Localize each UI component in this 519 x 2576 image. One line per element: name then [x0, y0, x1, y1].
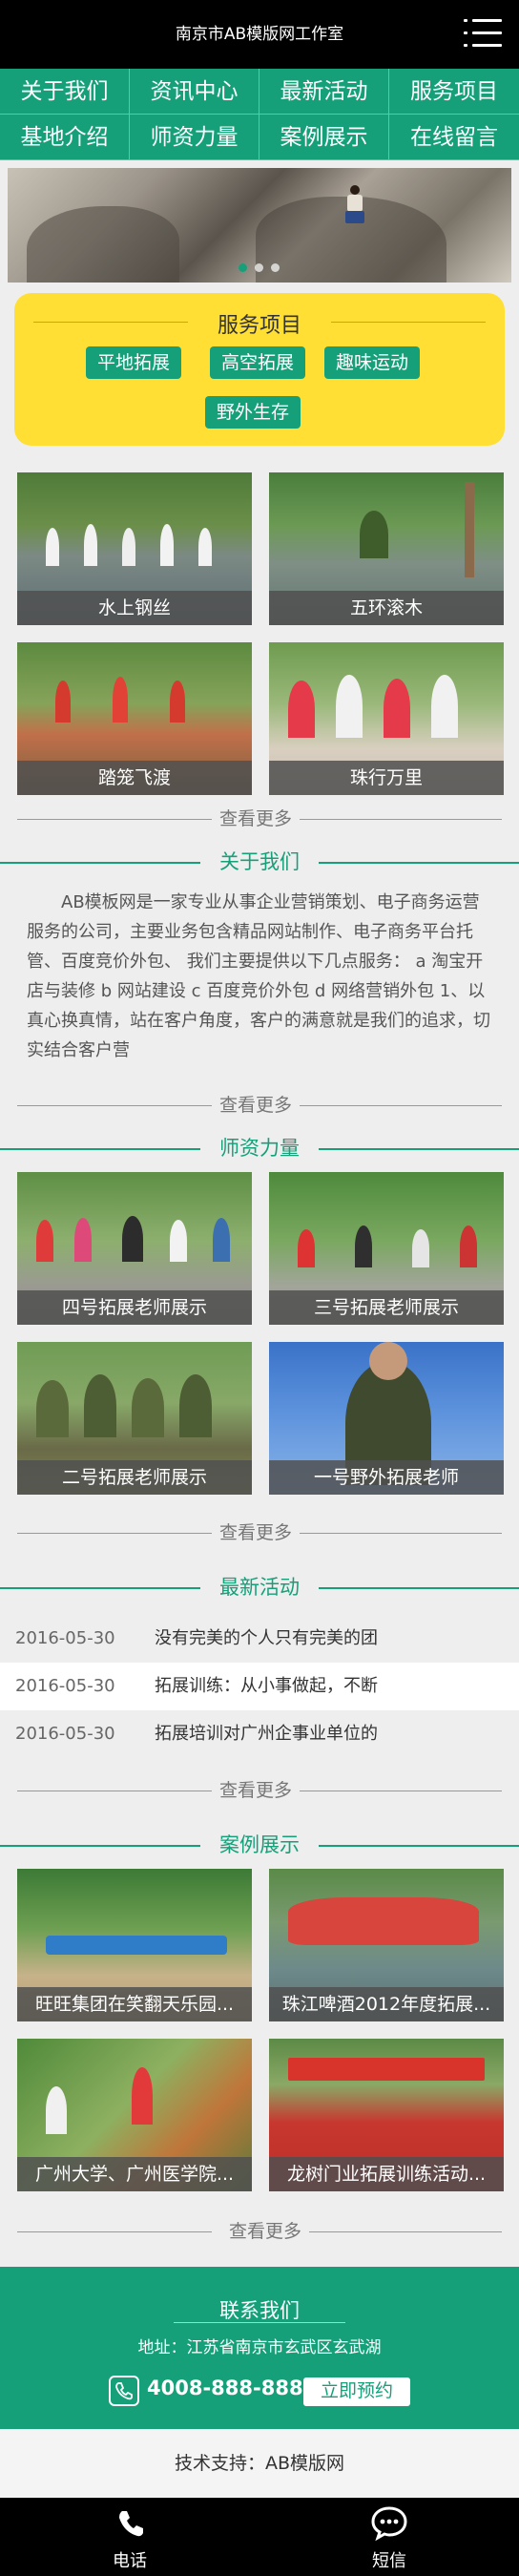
- divider: [331, 322, 486, 323]
- banner-image-rock: [27, 206, 179, 283]
- bottom-call-label: 电话: [113, 2551, 147, 2571]
- case-tile[interactable]: 龙树门业拓展训练活动...: [269, 2039, 504, 2191]
- news-date: 2016-05-30: [15, 1676, 115, 1696]
- service-button-survival[interactable]: 野外生存: [205, 396, 301, 429]
- tile-caption: 五环滚木: [269, 591, 504, 625]
- service-button-flat[interactable]: 平地拓展: [86, 346, 182, 379]
- nav-item-services[interactable]: 服务项目: [389, 69, 519, 115]
- phone-icon: [119, 2511, 143, 2537]
- slider-dot[interactable]: [255, 263, 263, 272]
- tile-caption: 一号野外拓展老师: [269, 1460, 504, 1495]
- nav-item-news-center[interactable]: 资讯中心: [130, 69, 260, 115]
- service-box-title: 服务项目: [217, 314, 301, 338]
- view-more-services[interactable]: 查看更多: [17, 807, 502, 830]
- service-tile[interactable]: 珠行万里: [269, 642, 504, 795]
- bottom-sms-button[interactable]: 短信: [260, 2498, 519, 2576]
- news-row[interactable]: 2016-05-30 拓展培训对广州企事业单位的: [0, 1710, 519, 1758]
- contact-section: 联系我们 地址：江苏省南京市玄武区玄武湖 4008-888-888 立即预约: [0, 2267, 519, 2429]
- service-button-fun[interactable]: 趣味运动: [324, 346, 421, 379]
- contact-phone[interactable]: 4008-888-888: [147, 2377, 303, 2399]
- news-row[interactable]: 2016-05-30 拓展训练：从小事做起，不断: [0, 1663, 519, 1710]
- view-more-news[interactable]: 查看更多: [17, 1779, 502, 1802]
- about-text: AB模板网是一家专业从事企业营销策划、电子商务运营服务的公司，主要业务包含精品网…: [27, 888, 496, 1079]
- nav-item-about[interactable]: 关于我们: [0, 69, 130, 115]
- banner-image-climber: [343, 185, 366, 223]
- section-title-cases: 案例展示: [0, 1829, 519, 1861]
- main-nav: 关于我们 资讯中心 最新活动 服务项目 基地介绍 师资力量 案例展示 在线留言: [0, 69, 519, 160]
- tile-caption: 三号拓展老师展示: [269, 1290, 504, 1325]
- service-tile[interactable]: 五环滚木: [269, 472, 504, 625]
- view-more-label: 查看更多: [219, 808, 293, 829]
- tile-caption: 珠江啤酒2012年度拓展...: [269, 1987, 504, 2021]
- site-title: 南京市AB模版网工作室: [175, 25, 344, 44]
- service-tile[interactable]: 水上钢丝: [17, 472, 252, 625]
- view-more-label: 查看更多: [229, 2221, 302, 2242]
- hamburger-icon[interactable]: [464, 19, 502, 50]
- view-more-label: 查看更多: [219, 1780, 293, 1801]
- nav-item-latest-activities[interactable]: 最新活动: [260, 69, 389, 115]
- nav-item-cases[interactable]: 案例展示: [260, 115, 389, 160]
- teacher-tile[interactable]: 一号野外拓展老师: [269, 1342, 504, 1495]
- nav-item-teachers[interactable]: 师资力量: [130, 115, 260, 160]
- slider-dot[interactable]: [271, 263, 280, 272]
- phone-icon: [109, 2376, 139, 2406]
- banner-slider[interactable]: [8, 168, 511, 283]
- service-button-high[interactable]: 高空拓展: [210, 346, 306, 379]
- teacher-tile[interactable]: 三号拓展老师展示: [269, 1172, 504, 1325]
- tile-caption: 珠行万里: [269, 761, 504, 795]
- news-date: 2016-05-30: [15, 1724, 115, 1744]
- view-more-teachers[interactable]: 查看更多: [17, 1521, 502, 1544]
- news-title: 没有完美的个人只有完美的团: [155, 1628, 378, 1648]
- view-more-label: 查看更多: [219, 1522, 293, 1543]
- message-icon: [371, 2506, 407, 2542]
- slider-dots: [239, 263, 280, 272]
- view-more-about[interactable]: 查看更多: [17, 1094, 502, 1117]
- news-row[interactable]: 2016-05-30 没有完美的个人只有完美的团: [0, 1615, 519, 1663]
- service-tile[interactable]: 踏笼飞渡: [17, 642, 252, 795]
- contact-address: 地址：江苏省南京市玄武区玄武湖: [137, 2338, 382, 2357]
- nav-item-base-intro[interactable]: 基地介绍: [0, 115, 130, 160]
- teacher-tile[interactable]: 四号拓展老师展示: [17, 1172, 252, 1325]
- nav-item-message[interactable]: 在线留言: [389, 115, 519, 160]
- tech-support: 技术支持：AB模版网: [0, 2429, 519, 2498]
- section-title-teachers: 师资力量: [0, 1132, 519, 1164]
- view-more-label: 查看更多: [219, 1095, 293, 1116]
- tile-caption: 旺旺集团在笑翻天乐园...: [17, 1987, 252, 2021]
- news-title: 拓展训练：从小事做起，不断: [155, 1676, 378, 1696]
- service-box: 服务项目 平地拓展 高空拓展 趣味运动 野外生存: [14, 293, 505, 446]
- top-header: 南京市AB模版网工作室: [0, 0, 519, 69]
- bottom-bar: 电话 短信: [0, 2498, 519, 2576]
- tile-caption: 二号拓展老师展示: [17, 1460, 252, 1495]
- case-tile[interactable]: 珠江啤酒2012年度拓展...: [269, 1869, 504, 2021]
- contact-title: 联系我们: [219, 2299, 300, 2322]
- teacher-tile[interactable]: 二号拓展老师展示: [17, 1342, 252, 1495]
- news-title: 拓展培训对广州企事业单位的: [155, 1724, 378, 1744]
- section-title-about: 关于我们: [0, 846, 519, 878]
- bottom-call-button[interactable]: 电话: [0, 2498, 260, 2576]
- slider-dot[interactable]: [239, 263, 247, 272]
- book-now-button[interactable]: 立即预约: [303, 2377, 410, 2406]
- tile-caption: 四号拓展老师展示: [17, 1290, 252, 1325]
- view-more-cases[interactable]: 查看更多: [17, 2220, 502, 2243]
- news-date: 2016-05-30: [15, 1628, 115, 1648]
- tile-caption: 广州大学、广州医学院...: [17, 2157, 252, 2191]
- tile-caption: 水上钢丝: [17, 591, 252, 625]
- bottom-sms-label: 短信: [372, 2551, 406, 2571]
- case-tile[interactable]: 旺旺集团在笑翻天乐园...: [17, 1869, 252, 2021]
- tile-caption: 龙树门业拓展训练活动...: [269, 2157, 504, 2191]
- section-title-news: 最新活动: [0, 1571, 519, 1603]
- tile-caption: 踏笼飞渡: [17, 761, 252, 795]
- divider: [174, 2322, 345, 2323]
- case-tile[interactable]: 广州大学、广州医学院...: [17, 2039, 252, 2191]
